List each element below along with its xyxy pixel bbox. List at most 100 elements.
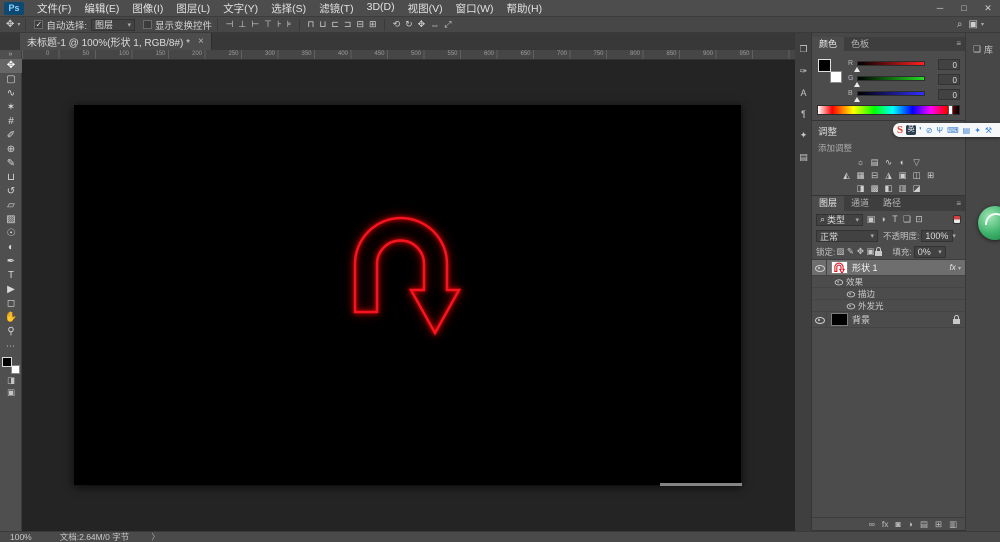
eye-icon[interactable] [847, 302, 855, 310]
history-brush-tool[interactable]: ↺ [0, 185, 22, 199]
menu-item-5[interactable]: 选择(S) [271, 1, 306, 16]
slider-handle[interactable] [854, 97, 860, 102]
move-tool[interactable]: ✥ [0, 59, 22, 73]
foreground-color-swatch[interactable] [818, 59, 831, 72]
adjustment-icon[interactable]: ▩ [868, 183, 882, 194]
distribute-right-icon[interactable]: ⊐ [344, 19, 352, 30]
adjustment-icon[interactable]: ▽ [910, 157, 924, 168]
sogou-input-toolbar[interactable]: S 英 ❜⊘Ψ⌨▤✦⚒ [893, 123, 1000, 137]
3d-rotate-icon[interactable]: ⟲ [393, 19, 401, 30]
quick-selection-tool[interactable]: ✶ [0, 101, 22, 115]
slider-track-b[interactable] [857, 91, 925, 96]
libraries-panel-button[interactable]: ❏ 库 [966, 43, 1000, 56]
lock-all-icon[interactable] [875, 251, 882, 256]
tool-preset-caret-icon[interactable]: ▾ [17, 21, 20, 28]
layer-effects-badge[interactable]: fx ▾ [950, 263, 961, 272]
character-panel-icon[interactable]: A [795, 88, 812, 98]
lasso-tool[interactable]: ∿ [0, 87, 22, 101]
eye-icon[interactable] [815, 263, 824, 272]
effect-row-外发光[interactable]: 外发光 [812, 300, 965, 312]
menu-item-7[interactable]: 3D(D) [367, 1, 395, 16]
sogou-punctuation-icon[interactable]: ❜ [919, 126, 922, 135]
path-selection-tool[interactable]: ▶ [0, 283, 22, 297]
color-spectrum-bar[interactable] [817, 105, 960, 115]
adjustment-icon[interactable]: ▤ [868, 157, 882, 168]
glyphs-panel-icon[interactable]: ✦ [795, 130, 812, 141]
filter-type-layers-icon[interactable]: T [889, 214, 901, 225]
workspace-switcher-icon[interactable]: ▣ [969, 19, 978, 30]
align-top-edges-icon[interactable]: ⊤ [264, 19, 272, 30]
zoom-tool[interactable]: ⚲ [0, 325, 22, 339]
visibility-cell[interactable] [812, 312, 827, 327]
restore-button[interactable]: □ [952, 3, 976, 14]
adjustment-icon[interactable]: ▦ [854, 170, 868, 181]
adjustment-icon[interactable]: ◪ [910, 183, 924, 194]
link-layers-icon[interactable]: ∞ [869, 519, 875, 529]
blur-tool[interactable]: ☉ [0, 227, 22, 241]
spectrum-selector[interactable] [948, 105, 953, 115]
brush-tool[interactable]: ✎ [0, 157, 22, 171]
eraser-tool[interactable]: ▱ [0, 199, 22, 213]
menu-item-2[interactable]: 图像(I) [132, 1, 163, 16]
background-color-swatch[interactable] [11, 365, 20, 374]
sogou-logo-icon[interactable]: S [897, 124, 903, 136]
align-vertical-centers-icon[interactable]: ⊦ [277, 19, 282, 30]
blend-mode-dropdown[interactable]: 正常 ▾ [816, 230, 878, 242]
eye-icon[interactable] [847, 290, 855, 298]
new-layer-icon[interactable]: ⊞ [935, 519, 942, 530]
menu-item-3[interactable]: 图层(L) [176, 1, 210, 16]
menu-item-8[interactable]: 视图(V) [408, 1, 443, 16]
adjustment-icon[interactable]: ▥ [896, 183, 910, 194]
align-left-edges-icon[interactable]: ⊣ [226, 19, 234, 30]
show-transform-checkbox[interactable] [143, 20, 152, 29]
sogou-voice-icon[interactable]: Ψ [936, 126, 943, 135]
status-chevron-icon[interactable]: 〉 [151, 531, 160, 542]
healing-brush-tool[interactable]: ⊕ [0, 143, 22, 157]
auto-select-checkbox[interactable]: ✓ [34, 20, 43, 29]
auto-select-dropdown[interactable]: 图层▾ [91, 19, 135, 31]
filter-shape-layers-icon[interactable]: ❏ [901, 214, 913, 225]
adjustment-icon[interactable]: ◐ [896, 157, 910, 168]
menu-item-1[interactable]: 编辑(E) [84, 1, 119, 16]
adjustment-icon[interactable]: ⊟ [868, 170, 882, 181]
slider-value-field[interactable]: 0 [938, 59, 960, 70]
3d-slide-icon[interactable]: ⇔ [430, 20, 439, 30]
tab-swatches[interactable]: 色板 [844, 37, 876, 51]
opacity-dropdown[interactable]: 100% ▾ [921, 230, 953, 242]
sogou-halfwidth-icon[interactable]: ⊘ [926, 126, 933, 135]
screen-mode-button[interactable]: ▣ [0, 386, 22, 398]
search-icon[interactable]: ⌕ [957, 19, 963, 30]
zoom-level-field[interactable]: 100% [10, 532, 32, 542]
align-right-edges-icon[interactable]: ⊢ [251, 19, 259, 30]
sogou-clipboard-icon[interactable]: ▤ [963, 126, 971, 135]
menu-item-4[interactable]: 文字(Y) [223, 1, 258, 16]
tab-color[interactable]: 颜色 [812, 37, 844, 51]
edit-toolbar-icon[interactable]: ⋯ [0, 341, 21, 352]
lock-transparent-pixels-icon[interactable]: ▨ [835, 246, 845, 257]
menu-item-6[interactable]: 滤镜(T) [319, 1, 353, 16]
adjustment-icon[interactable]: ◮ [882, 170, 896, 181]
panel-menu-icon[interactable]: ≡ [956, 196, 965, 211]
minimize-button[interactable]: ─ [928, 3, 952, 14]
clone-stamp-tool[interactable]: ⊔ [0, 171, 22, 185]
slider-track-g[interactable] [857, 76, 925, 81]
slider-value-field[interactable]: 0 [938, 74, 960, 85]
adjustment-icon[interactable]: ◫ [910, 170, 924, 181]
new-adjustment-layer-icon[interactable]: ◑ [908, 519, 913, 529]
distribute-left-icon[interactable]: ⊏ [331, 19, 339, 30]
rectangle-shape-tool[interactable]: ◻ [0, 297, 22, 311]
fill-dropdown[interactable]: 0% ▾ [914, 246, 946, 258]
close-button[interactable]: ✕ [976, 3, 1000, 14]
document-tab[interactable]: 未标题-1 @ 100%(形状 1, RGB/8#) * × [20, 33, 212, 50]
paragraph-panel-icon[interactable]: ¶ [795, 109, 812, 119]
slider-handle[interactable] [854, 82, 860, 87]
3d-scale-icon[interactable]: ⤢ [444, 19, 451, 30]
lock-image-pixels-icon[interactable]: ✎ [845, 246, 855, 257]
panel-menu-icon[interactable]: ≡ [956, 37, 965, 51]
close-tab-icon[interactable]: × [198, 36, 204, 47]
adjustment-icon[interactable]: ∿ [882, 157, 896, 168]
filter-type-dropdown[interactable]: ⌕ 类型 ▾ [816, 214, 863, 226]
3d-roll-icon[interactable]: ↻ [405, 19, 413, 30]
adjustment-icon[interactable]: ⊞ [924, 170, 938, 181]
tab-layers[interactable]: 图层 [812, 196, 844, 211]
